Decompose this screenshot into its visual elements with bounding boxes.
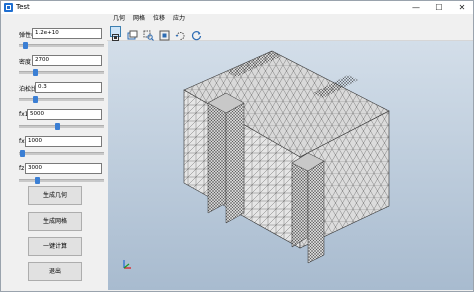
minimize-button[interactable]: —: [405, 1, 427, 14]
zoom-fit-icon[interactable]: [159, 26, 170, 41]
fx-input[interactable]: 1000: [25, 136, 102, 147]
exit-button[interactable]: 退出: [28, 262, 82, 281]
axis-triad-icon: [123, 260, 131, 269]
elastic-modulus-input[interactable]: 1.2e+10: [32, 28, 102, 39]
zoom-window-icon[interactable]: [143, 26, 154, 41]
poisson-input[interactable]: 0.3: [35, 82, 102, 93]
title-bar: Test — ☐ ✕: [1, 1, 473, 14]
parameter-panel: 弹性模量 1.2e+10 密度 2700 泊松比 0.3 fx1 5000 fx…: [1, 14, 107, 291]
compute-button[interactable]: 一键计算: [28, 237, 82, 256]
fz-input[interactable]: 3000: [25, 163, 102, 174]
slider-thumb[interactable]: [20, 150, 25, 157]
close-button[interactable]: ✕: [451, 1, 473, 14]
slider-thumb[interactable]: [55, 123, 60, 130]
slider-thumb[interactable]: [33, 69, 38, 76]
poisson-slider[interactable]: [19, 96, 104, 103]
density-slider[interactable]: [19, 69, 104, 76]
app-window: Test — ☐ ✕ 弹性模量 1.2e+10 密度 2700 泊松比 0.3 …: [0, 0, 474, 292]
generate-geometry-button[interactable]: 生成几何: [28, 186, 82, 205]
elastic-modulus-slider[interactable]: [19, 42, 104, 49]
menu-mesh[interactable]: 网格: [133, 14, 145, 24]
reset-view-icon[interactable]: [191, 26, 202, 41]
app-icon: [4, 3, 13, 12]
slider-thumb[interactable]: [35, 177, 40, 184]
3d-viewport[interactable]: [108, 41, 473, 290]
generate-mesh-button[interactable]: 生成网格: [28, 212, 82, 231]
slider-thumb[interactable]: [23, 42, 28, 49]
density-input[interactable]: 2700: [32, 55, 102, 66]
maximize-button[interactable]: ☐: [428, 1, 450, 14]
window-title: Test: [16, 3, 30, 11]
mesh-model: [183, 50, 390, 264]
select-icon[interactable]: [110, 26, 121, 41]
fz-slider[interactable]: [19, 177, 104, 184]
fz-label: fz: [19, 165, 25, 172]
rotate-icon[interactable]: [175, 26, 186, 40]
view-toolbar: [107, 24, 473, 41]
fx1-slider[interactable]: [19, 123, 104, 130]
fx-slider[interactable]: [19, 150, 104, 157]
fx1-input[interactable]: 5000: [27, 109, 102, 120]
menu-stress[interactable]: 应力: [173, 14, 185, 24]
pan-icon[interactable]: [127, 26, 138, 40]
menu-geometry[interactable]: 几何: [113, 14, 125, 24]
fx-label: fx: [19, 138, 25, 145]
menu-bar: 几何 网格 位移 应力: [107, 14, 473, 24]
menu-displacement[interactable]: 位移: [153, 14, 165, 24]
slider-thumb[interactable]: [33, 96, 38, 103]
density-label: 密度: [19, 59, 32, 66]
